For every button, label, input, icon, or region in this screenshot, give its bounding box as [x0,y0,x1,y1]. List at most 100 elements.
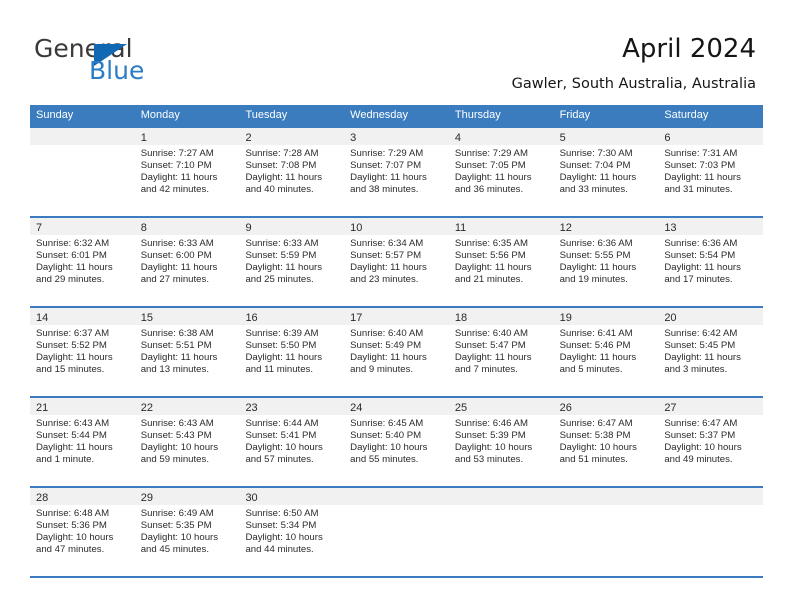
day-number: 12 [559,222,572,234]
day-number-band: 21 [30,398,135,415]
calendar-day-cell[interactable]: 17 Sunrise: 6:40 AM Sunset: 5:49 PM Dayligh… [344,308,449,396]
day-sun-info: Sunrise: 7:29 AM Sunset: 7:07 PM Daylight:… [344,145,449,196]
day-number: 14 [36,312,49,324]
day-sun-info: Sunrise: 6:45 AM Sunset: 5:40 PM Daylight:… [344,415,449,466]
sunrise-text: Sunrise: 6:39 AM [245,328,319,339]
sunrise-text: Sunrise: 6:45 AM [350,418,424,429]
daylight-text-line2: and 13 minutes. [140,364,209,376]
calendar-day-cell[interactable]: 2 Sunrise: 7:28 AM Sunset: 7:08 PM Daylight… [239,128,345,216]
calendar-day-cell[interactable]: 29 Sunrise: 6:49 AM Sunset: 5:35 PM Dayligh… [134,488,240,576]
day-sun-info: Sunrise: 6:41 AM Sunset: 5:46 PM Daylight:… [554,325,659,376]
calendar-day-cell[interactable]: 28 Sunrise: 6:48 AM Sunset: 5:36 PM Dayligh… [30,488,135,576]
calendar-day-cell[interactable]: 22 Sunrise: 6:43 AM Sunset: 5:43 PM Dayligh… [134,398,240,486]
daylight-text-line1: Daylight: 11 hours [559,172,637,184]
daylight-text-line2: and 3 minutes. [664,364,728,376]
day-sun-info: Sunrise: 6:33 AM Sunset: 5:59 PM Daylight:… [239,235,344,286]
calendar-day-cell[interactable]: 13 Sunrise: 6:36 AM Sunset: 5:54 PM Dayligh… [658,218,764,306]
daylight-text-line2: and 49 minutes. [664,454,733,466]
daylight-text-line2: and 1 minute. [36,454,95,466]
general-blue-logo[interactable]: General Blue [34,36,254,92]
daylight-text-line1: Daylight: 11 hours [454,262,532,274]
calendar-day-cell[interactable]: 14 Sunrise: 6:37 AM Sunset: 5:52 PM Dayligh… [30,308,135,396]
calendar-day-cell[interactable]: 18 Sunrise: 6:40 AM Sunset: 5:47 PM Dayligh… [448,308,554,396]
sunset-text: Sunset: 7:10 PM [140,160,212,172]
day-sun-info: Sunrise: 7:30 AM Sunset: 7:04 PM Daylight:… [554,145,659,196]
day-number-band: 14 [30,308,135,325]
day-sun-info: Sunrise: 6:33 AM Sunset: 6:00 PM Daylight:… [135,235,240,286]
calendar-week-row: 7 Sunrise: 6:32 AM Sunset: 6:01 PM Daylight… [30,216,764,306]
sunset-text: Sunset: 5:34 PM [245,520,317,532]
calendar-day-cell[interactable]: 6 Sunrise: 7:31 AM Sunset: 7:03 PM Daylight… [658,128,764,216]
calendar-day-cell[interactable]: 3 Sunrise: 7:29 AM Sunset: 7:07 PM Daylight… [344,128,449,216]
calendar-day-cell[interactable]: 24 Sunrise: 6:45 AM Sunset: 5:40 PM Dayligh… [344,398,449,486]
day-number: 27 [664,402,677,414]
sunset-text: Sunset: 5:35 PM [140,520,212,532]
day-number-band [553,488,659,505]
calendar-day-cell[interactable]: 27 Sunrise: 6:47 AM Sunset: 5:37 PM Dayligh… [658,398,764,486]
calendar-day-cell[interactable]: 1 Sunrise: 7:27 AM Sunset: 7:10 PM Daylight… [134,128,240,216]
daylight-text-line1: Daylight: 11 hours [350,262,427,274]
day-number-band: 5 [553,128,659,145]
sunrise-text: Sunrise: 6:33 AM [245,238,319,249]
day-number-band: 23 [239,398,345,415]
day-sun-info: Sunrise: 6:36 AM Sunset: 5:54 PM Daylight:… [658,235,763,286]
weekday-header-tuesday: Tuesday [245,109,288,121]
daylight-text-line2: and 47 minutes. [36,544,105,556]
calendar-day-cell[interactable]: 30 Sunrise: 6:50 AM Sunset: 5:34 PM Dayligh… [239,488,345,576]
sunset-text: Sunset: 5:36 PM [36,520,107,532]
day-sun-info: Sunrise: 7:27 AM Sunset: 7:10 PM Daylight:… [135,145,240,196]
sunrise-text: Sunrise: 6:43 AM [36,418,110,429]
day-sun-info: Sunrise: 6:43 AM Sunset: 5:43 PM Daylight:… [135,415,240,466]
sunrise-text: Sunrise: 6:46 AM [454,418,528,429]
day-number-band: 28 [30,488,135,505]
day-number: 10 [350,222,363,234]
calendar-day-cell[interactable]: 7 Sunrise: 6:32 AM Sunset: 6:01 PM Daylight… [30,218,135,306]
calendar-day-cell[interactable]: 11 Sunrise: 6:35 AM Sunset: 5:56 PM Dayligh… [448,218,554,306]
day-number: 29 [140,492,153,504]
calendar-day-cell[interactable]: 12 Sunrise: 6:36 AM Sunset: 5:55 PM Dayligh… [553,218,659,306]
calendar-day-cell[interactable]: 5 Sunrise: 7:30 AM Sunset: 7:04 PM Daylight… [553,128,659,216]
daylight-text-line1: Daylight: 10 hours [350,442,428,454]
daylight-text-line2: and 7 minutes. [454,364,518,376]
calendar-day-cell[interactable]: 8 Sunrise: 6:33 AM Sunset: 6:00 PM Daylight… [134,218,240,306]
sunset-text: Sunset: 5:54 PM [664,250,736,262]
calendar-day-cell[interactable]: 16 Sunrise: 6:39 AM Sunset: 5:50 PM Dayligh… [239,308,345,396]
day-sun-info: Sunrise: 6:39 AM Sunset: 5:50 PM Daylight:… [239,325,344,376]
daylight-text-line1: Daylight: 11 hours [559,352,637,364]
sunrise-text: Sunrise: 6:49 AM [140,508,214,519]
daylight-text-line1: Daylight: 11 hours [350,352,427,364]
daylight-text-line1: Daylight: 11 hours [664,172,741,184]
daylight-text-line2: and 29 minutes. [36,274,105,286]
calendar-day-cell-empty [553,488,659,576]
day-number-band: 30 [239,488,345,505]
calendar-day-cell[interactable]: 20 Sunrise: 6:42 AM Sunset: 5:45 PM Dayligh… [658,308,764,396]
calendar-day-cell[interactable]: 19 Sunrise: 6:41 AM Sunset: 5:46 PM Dayligh… [553,308,659,396]
day-number-band: 20 [658,308,764,325]
daylight-text-line2: and 45 minutes. [140,544,209,556]
sunset-text: Sunset: 5:56 PM [454,250,526,262]
calendar-day-cell[interactable]: 23 Sunrise: 6:44 AM Sunset: 5:41 PM Dayligh… [239,398,345,486]
daylight-text-line1: Daylight: 10 hours [454,442,533,454]
daylight-text-line2: and 59 minutes. [140,454,209,466]
day-number: 26 [559,402,572,414]
day-sun-info: Sunrise: 6:47 AM Sunset: 5:37 PM Daylight:… [658,415,763,466]
daylight-text-line1: Daylight: 10 hours [245,532,323,544]
sunset-text: Sunset: 7:04 PM [559,160,631,172]
daylight-text-line1: Daylight: 11 hours [245,352,323,364]
calendar-day-cell[interactable]: 15 Sunrise: 6:38 AM Sunset: 5:51 PM Dayligh… [134,308,240,396]
day-number: 15 [140,312,153,324]
calendar-day-cell[interactable]: 25 Sunrise: 6:46 AM Sunset: 5:39 PM Dayligh… [448,398,554,486]
sunrise-text: Sunrise: 6:40 AM [350,328,424,339]
sunset-text: Sunset: 5:50 PM [245,340,317,352]
calendar-day-cell[interactable]: 10 Sunrise: 6:34 AM Sunset: 5:57 PM Dayligh… [344,218,449,306]
sunrise-text: Sunrise: 6:43 AM [140,418,214,429]
calendar-day-cell[interactable]: 26 Sunrise: 6:47 AM Sunset: 5:38 PM Dayligh… [553,398,659,486]
sunrise-text: Sunrise: 6:50 AM [245,508,319,519]
calendar-day-cell[interactable]: 9 Sunrise: 6:33 AM Sunset: 5:59 PM Daylight… [239,218,345,306]
day-sun-info: Sunrise: 6:49 AM Sunset: 5:35 PM Daylight:… [135,505,240,556]
calendar-day-cell[interactable]: 21 Sunrise: 6:43 AM Sunset: 5:44 PM Dayligh… [30,398,135,486]
sunset-text: Sunset: 7:08 PM [245,160,317,172]
day-sun-info: Sunrise: 6:44 AM Sunset: 5:41 PM Daylight:… [239,415,344,466]
sunset-text: Sunset: 6:00 PM [140,250,212,262]
calendar-day-cell[interactable]: 4 Sunrise: 7:29 AM Sunset: 7:05 PM Daylight… [448,128,554,216]
